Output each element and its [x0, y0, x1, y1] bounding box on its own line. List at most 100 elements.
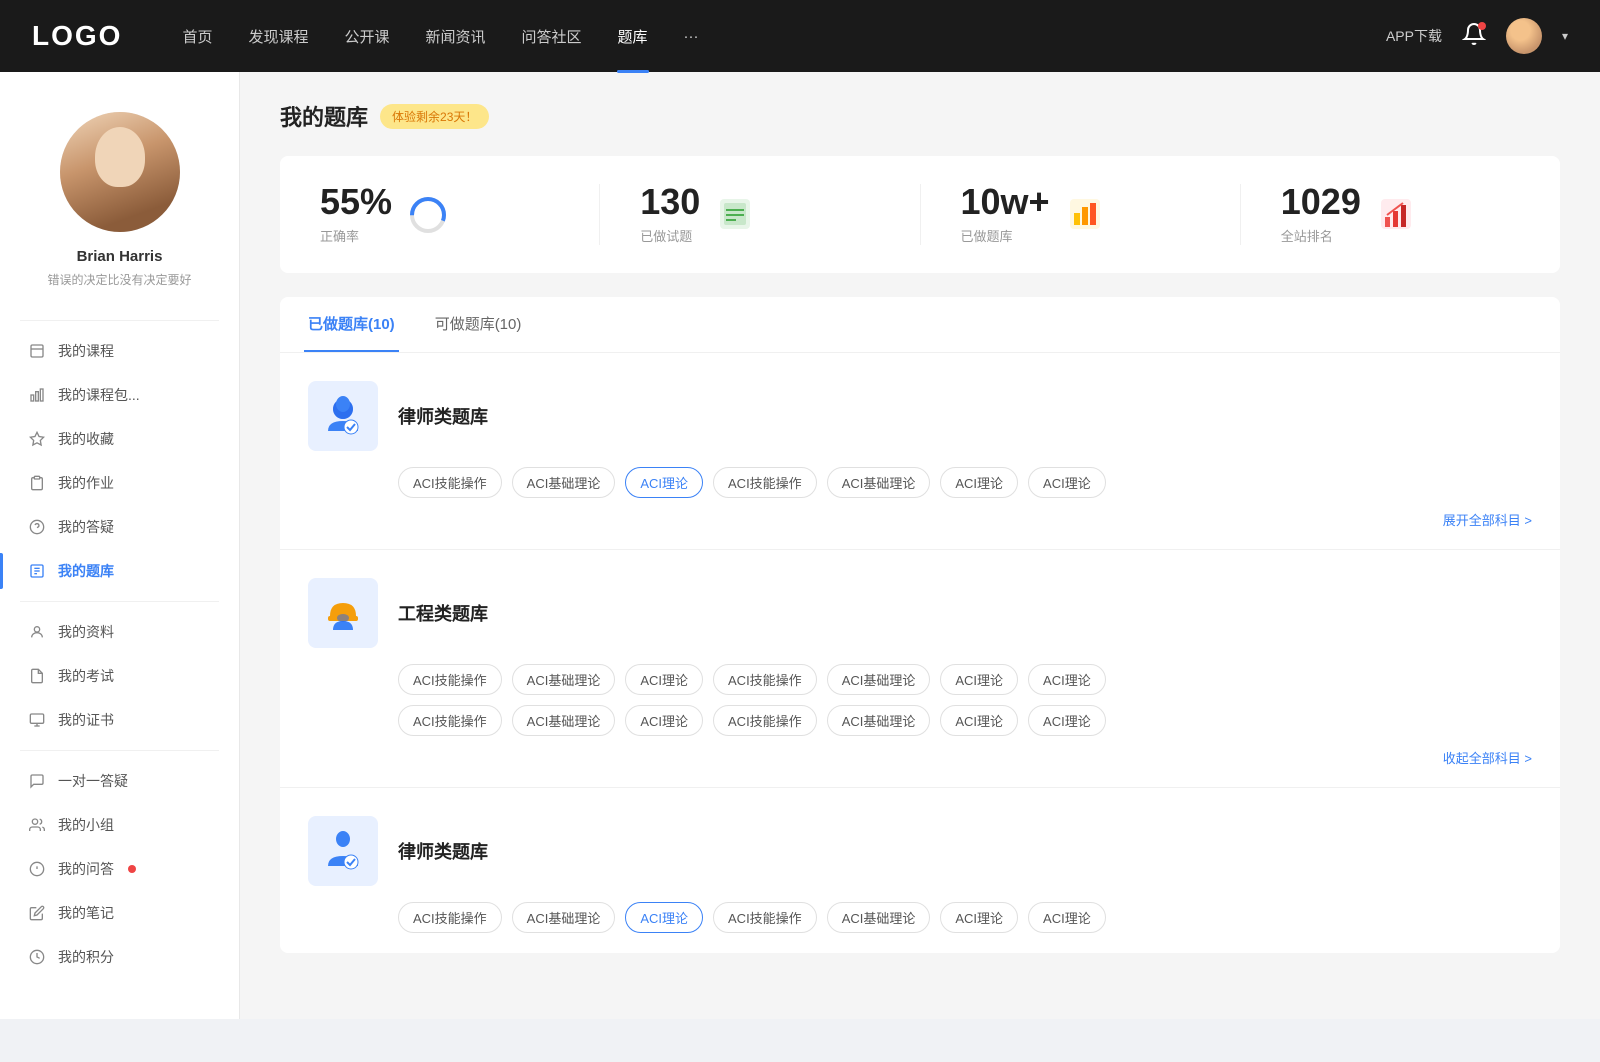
done-banks-label: 已做题库	[961, 226, 1050, 245]
done-questions-label: 已做试题	[640, 226, 700, 245]
site-rank-label: 全站排名	[1281, 226, 1361, 245]
law2-tag-4[interactable]: ACI基础理论	[827, 902, 931, 933]
edit-icon	[28, 904, 46, 922]
accuracy-icon	[408, 195, 448, 235]
quiz-section-law: 律师类题库 ACI技能操作 ACI基础理论 ACI理论 ACI技能操作 ACI基…	[280, 352, 1560, 549]
law-tags: ACI技能操作 ACI基础理论 ACI理论 ACI技能操作 ACI基础理论 AC…	[398, 467, 1532, 498]
sidebar-item-homework[interactable]: 我的作业	[0, 461, 239, 505]
sidebar-item-my-courses[interactable]: 我的课程	[0, 329, 239, 373]
quiz-section-law2: 律师类题库 ACI技能操作 ACI基础理论 ACI理论 ACI技能操作 ACI基…	[280, 787, 1560, 953]
law2-tag-5[interactable]: ACI理论	[940, 902, 1018, 933]
nav-home[interactable]: 首页	[182, 26, 212, 47]
law2-section-name: 律师类题库	[398, 838, 488, 864]
logo[interactable]: LOGO	[32, 20, 122, 52]
quiz-bank-section: 已做题库(10) 可做题库(10)	[280, 297, 1560, 953]
eng-tag-r1-5[interactable]: ACI理论	[940, 664, 1018, 695]
eng-tag-r2-6[interactable]: ACI理论	[1028, 705, 1106, 736]
eng-tag-r1-4[interactable]: ACI基础理论	[827, 664, 931, 695]
law-tag-1[interactable]: ACI基础理论	[512, 467, 616, 498]
main-layout: Brian Harris 错误的决定比没有决定要好 我的课程 我的课程包...	[0, 72, 1600, 1019]
law-tag-5[interactable]: ACI理论	[940, 467, 1018, 498]
eng-tag-r2-3[interactable]: ACI技能操作	[713, 705, 817, 736]
sidebar-item-my-profile[interactable]: 我的资料	[0, 610, 239, 654]
law-expand-footer[interactable]: 展开全部科目 >	[308, 510, 1532, 529]
eng-tag-r2-2[interactable]: ACI理论	[625, 705, 703, 736]
file-text-icon	[28, 667, 46, 685]
eng-tag-r2-0[interactable]: ACI技能操作	[398, 705, 502, 736]
nav-menu: 首页 发现课程 公开课 新闻资讯 问答社区 题库 ···	[182, 26, 1386, 47]
tab-done[interactable]: 已做题库(10)	[304, 297, 399, 352]
sidebar-item-one-on-one[interactable]: 一对一答疑	[0, 759, 239, 803]
law2-tags: ACI技能操作 ACI基础理论 ACI理论 ACI技能操作 ACI基础理论 AC…	[398, 902, 1532, 933]
sidebar: Brian Harris 错误的决定比没有决定要好 我的课程 我的课程包...	[0, 72, 240, 1019]
notification-bell[interactable]	[1462, 22, 1486, 51]
sidebar-item-my-exam[interactable]: 我的考试	[0, 654, 239, 698]
help-circle-icon	[28, 518, 46, 536]
profile-avatar[interactable]	[60, 112, 180, 232]
done-banks-icon	[1066, 195, 1106, 235]
stat-accuracy: 55% 正确率	[280, 184, 600, 245]
app-download-link[interactable]: APP下载	[1386, 26, 1442, 46]
eng-tag-r1-2[interactable]: ACI理论	[625, 664, 703, 695]
engineering-tags-row1: ACI技能操作 ACI基础理论 ACI理论 ACI技能操作 ACI基础理论 AC…	[398, 664, 1532, 695]
eng-tag-r2-5[interactable]: ACI理论	[940, 705, 1018, 736]
nav-quiz[interactable]: 题库	[618, 26, 648, 47]
clipboard-icon	[28, 474, 46, 492]
sidebar-divider-2	[20, 601, 219, 602]
site-rank-value: 1029	[1281, 184, 1361, 220]
law2-tag-3[interactable]: ACI技能操作	[713, 902, 817, 933]
star-icon	[28, 430, 46, 448]
sidebar-item-certificate[interactable]: 我的证书	[0, 698, 239, 742]
law-tag-0[interactable]: ACI技能操作	[398, 467, 502, 498]
law2-tag-6[interactable]: ACI理论	[1028, 902, 1106, 933]
sidebar-menu: 我的课程 我的课程包... 我的收藏 我的作业	[0, 329, 239, 979]
site-rank-icon	[1377, 195, 1417, 235]
done-questions-icon	[716, 195, 756, 235]
tab-todo[interactable]: 可做题库(10)	[431, 297, 526, 352]
accuracy-value: 55%	[320, 184, 392, 220]
engineering-icon	[308, 578, 378, 648]
chat-icon	[28, 772, 46, 790]
law2-tag-2[interactable]: ACI理论	[625, 902, 703, 933]
stats-card: 55% 正确率 130 已做试题	[280, 156, 1560, 273]
law2-icon	[308, 816, 378, 886]
law-tag-3[interactable]: ACI技能操作	[713, 467, 817, 498]
trial-badge: 体验剩余23天！	[380, 104, 489, 129]
quiz-section-engineering: 工程类题库 ACI技能操作 ACI基础理论 ACI理论 ACI技能操作 ACI基…	[280, 549, 1560, 787]
nav-news[interactable]: 新闻资讯	[426, 26, 486, 47]
sidebar-item-my-group[interactable]: 我的小组	[0, 803, 239, 847]
nav-more[interactable]: ···	[684, 28, 699, 45]
sidebar-item-my-points[interactable]: 我的积分	[0, 935, 239, 979]
law-tag-2[interactable]: ACI理论	[625, 467, 703, 498]
sidebar-item-my-questions[interactable]: 我的问答	[0, 847, 239, 891]
profile-motto: 错误的决定比没有决定要好	[47, 271, 191, 288]
sidebar-item-my-qa[interactable]: 我的答疑	[0, 505, 239, 549]
eng-tag-r2-1[interactable]: ACI基础理论	[512, 705, 616, 736]
eng-tag-r1-6[interactable]: ACI理论	[1028, 664, 1106, 695]
engineering-collapse-footer[interactable]: 收起全部科目 >	[308, 748, 1532, 767]
sidebar-item-my-quiz[interactable]: 我的题库	[0, 549, 239, 593]
tabs-bar: 已做题库(10) 可做题库(10)	[280, 297, 1560, 352]
nav-qa[interactable]: 问答社区	[522, 26, 582, 47]
users-icon	[28, 816, 46, 834]
user-menu-chevron[interactable]: ▾	[1562, 29, 1568, 43]
award-icon	[28, 711, 46, 729]
page-header: 我的题库 体验剩余23天！	[280, 100, 1560, 132]
eng-tag-r1-1[interactable]: ACI基础理论	[512, 664, 616, 695]
nav-discover[interactable]: 发现课程	[248, 26, 308, 47]
eng-tag-r1-3[interactable]: ACI技能操作	[713, 664, 817, 695]
sidebar-item-my-notes[interactable]: 我的笔记	[0, 891, 239, 935]
law2-tag-1[interactable]: ACI基础理论	[512, 902, 616, 933]
law-tag-4[interactable]: ACI基础理论	[827, 467, 931, 498]
user-avatar[interactable]	[1506, 18, 1542, 54]
sidebar-item-course-packages[interactable]: 我的课程包...	[0, 373, 239, 417]
sidebar-item-favorites[interactable]: 我的收藏	[0, 417, 239, 461]
law2-tag-0[interactable]: ACI技能操作	[398, 902, 502, 933]
eng-tag-r1-0[interactable]: ACI技能操作	[398, 664, 502, 695]
page-title: 我的题库	[280, 100, 368, 132]
nav-open[interactable]: 公开课	[344, 26, 389, 47]
navbar-right: APP下载 ▾	[1386, 18, 1568, 54]
message-circle-icon	[28, 860, 46, 878]
eng-tag-r2-4[interactable]: ACI基础理论	[827, 705, 931, 736]
law-tag-6[interactable]: ACI理论	[1028, 467, 1106, 498]
